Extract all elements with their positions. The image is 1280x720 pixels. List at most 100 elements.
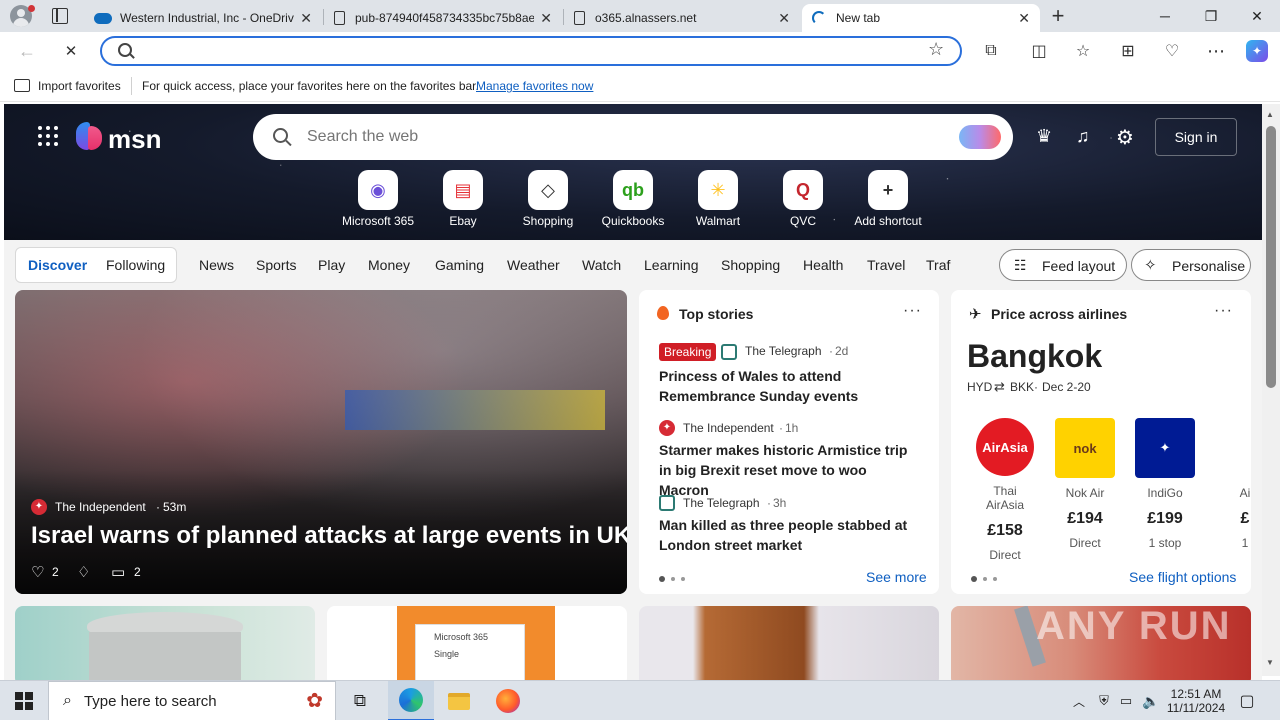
airline-option[interactable]: nok Nok Air £194 Direct bbox=[1053, 418, 1117, 550]
import-favorites-button[interactable]: Import favorites bbox=[38, 79, 121, 93]
shortcut-qvc[interactable]: Q QVC bbox=[758, 170, 848, 228]
more-options-icon[interactable]: ⋯ bbox=[1205, 40, 1227, 62]
sign-in-button[interactable]: Sign in bbox=[1155, 118, 1237, 156]
settings-gear-icon[interactable]: ⚙ bbox=[1116, 125, 1138, 149]
stop-loading-icon[interactable]: ✕ bbox=[60, 40, 82, 62]
browser-essentials-icon[interactable]: ♡ bbox=[1161, 40, 1183, 62]
airline-option[interactable]: AirAsia Thai AirAsia £158 Direct bbox=[973, 418, 1037, 562]
msn-logo-text[interactable]: msn bbox=[108, 124, 161, 155]
shopping-tag-icon: ◇ bbox=[528, 170, 568, 210]
volume-icon[interactable]: 🔈 bbox=[1140, 681, 1162, 720]
close-tab-icon[interactable]: ✕ bbox=[540, 10, 552, 27]
dislike-icon[interactable]: ♢ bbox=[77, 563, 90, 581]
firefox-icon[interactable] bbox=[486, 681, 530, 720]
nav-watch[interactable]: Watch bbox=[582, 257, 621, 273]
nav-gaming[interactable]: Gaming bbox=[435, 257, 484, 273]
clock[interactable]: 12:51 AM 11/11/2024 bbox=[1164, 681, 1228, 720]
tab-discover[interactable]: Discover bbox=[28, 257, 87, 273]
independent-logo-icon: ✦ bbox=[659, 420, 675, 436]
nav-traf[interactable]: Traf bbox=[926, 257, 950, 273]
taskbar-search-box[interactable]: ⌕ Type here to search ✿ bbox=[48, 681, 336, 720]
feed-layout-button[interactable]: ☷ Feed layout bbox=[999, 249, 1127, 281]
favorite-star-icon[interactable]: ☆ bbox=[928, 39, 944, 60]
network-icon[interactable]: ▭ bbox=[1116, 681, 1136, 720]
shortcut-add-shortcut[interactable]: + Add shortcut bbox=[843, 170, 933, 228]
address-bar[interactable]: ☆ bbox=[100, 36, 962, 66]
tab-pub[interactable]: pub-874940f458734335bc75b8aef ✕ bbox=[324, 4, 562, 32]
close-tab-icon[interactable]: ✕ bbox=[778, 10, 790, 27]
tab-o365[interactable]: o365.alnassers.net ✕ bbox=[564, 4, 800, 32]
scrollbar-thumb[interactable] bbox=[1266, 126, 1276, 388]
scroll-down-arrow-icon[interactable]: ▼ bbox=[1266, 658, 1274, 667]
extensions-icon[interactable]: ⧉ bbox=[980, 40, 1002, 62]
tab-following[interactable]: Following bbox=[106, 257, 165, 273]
nav-play[interactable]: Play bbox=[318, 257, 345, 273]
nav-sports[interactable]: Sports bbox=[256, 257, 296, 273]
news-card-lower-1[interactable] bbox=[15, 606, 315, 680]
see-more-link[interactable]: See more bbox=[866, 569, 927, 585]
tab-onedrive[interactable]: Western Industrial, Inc - OneDrive ✕ bbox=[84, 4, 322, 32]
web-search-input[interactable] bbox=[307, 127, 907, 147]
news-card-lower-3[interactable] bbox=[639, 606, 939, 680]
nav-learning[interactable]: Learning bbox=[644, 257, 699, 273]
more-options-icon[interactable]: ··· bbox=[903, 302, 922, 320]
manage-favorites-link[interactable]: Manage favorites now bbox=[476, 79, 593, 93]
shortcut-shopping[interactable]: ◇ Shopping bbox=[503, 170, 593, 228]
close-tab-icon[interactable]: ✕ bbox=[300, 10, 312, 27]
close-tab-icon[interactable]: ✕ bbox=[1018, 10, 1030, 27]
shortcut-walmart[interactable]: ✳ Walmart bbox=[673, 170, 763, 228]
nav-travel[interactable]: Travel bbox=[867, 257, 905, 273]
apps-grid-icon[interactable] bbox=[38, 126, 58, 146]
like-icon[interactable]: ♡ bbox=[31, 563, 44, 581]
split-screen-icon[interactable]: ◫ bbox=[1028, 40, 1050, 62]
file-explorer-icon[interactable] bbox=[438, 681, 480, 720]
rewards-trophy-icon[interactable]: ♛ bbox=[1036, 126, 1058, 148]
favorites-icon[interactable]: ☆ bbox=[1072, 40, 1094, 62]
carousel-dots[interactable] bbox=[659, 576, 685, 582]
microsoft-365-ad-card[interactable]: Microsoft 365 Single bbox=[327, 606, 627, 680]
scroll-up-arrow-icon[interactable]: ▲ bbox=[1266, 110, 1274, 119]
see-flight-options-link[interactable]: See flight options bbox=[1129, 569, 1236, 585]
copilot-icon[interactable]: ✦ bbox=[1246, 40, 1268, 62]
nav-money[interactable]: Money bbox=[368, 257, 410, 273]
hero-news-card[interactable]: ✦ The Independent · 53m Israel warns of … bbox=[15, 290, 627, 594]
comment-icon[interactable]: ▭ bbox=[111, 563, 125, 581]
notification-center-icon[interactable]: ▢ bbox=[1234, 681, 1260, 720]
story-headline[interactable]: Man killed as three people stabbed at Lo… bbox=[659, 515, 919, 555]
shortcut-microsoft-365[interactable]: ◉ Microsoft 365 bbox=[333, 170, 423, 228]
close-window-button[interactable]: ✕ bbox=[1234, 0, 1280, 32]
story-source: The Telegraph bbox=[683, 496, 760, 510]
airline-option[interactable]: Ai £1 bbox=[1213, 418, 1251, 550]
story-age: 3h bbox=[773, 496, 787, 510]
new-tab-button[interactable]: + bbox=[1046, 2, 1070, 30]
nav-shopping[interactable]: Shopping bbox=[721, 257, 780, 273]
start-button[interactable] bbox=[0, 681, 48, 720]
shortcut-quickbooks[interactable]: qb Quickbooks bbox=[588, 170, 678, 228]
nav-health[interactable]: Health bbox=[803, 257, 843, 273]
shortcut-ebay[interactable]: ▤ Ebay bbox=[418, 170, 508, 228]
task-view-icon[interactable]: ⧉ bbox=[340, 681, 380, 720]
tab-actions-icon[interactable] bbox=[52, 8, 68, 24]
story-headline[interactable]: Princess of Wales to attend Remembrance … bbox=[659, 366, 919, 406]
nav-weather[interactable]: Weather bbox=[507, 257, 560, 273]
security-icon[interactable]: ⛨ bbox=[1094, 681, 1114, 720]
hero-headline[interactable]: Israel warns of planned attacks at large… bbox=[31, 522, 627, 550]
collections-icon[interactable]: ⊞ bbox=[1117, 40, 1139, 62]
back-icon[interactable]: ← bbox=[16, 40, 38, 62]
restore-button[interactable]: ❐ bbox=[1188, 0, 1234, 32]
airline-option[interactable]: ✦ IndiGo £199 1 stop bbox=[1133, 418, 1197, 550]
more-options-icon[interactable]: ··· bbox=[1214, 302, 1233, 320]
story-headline[interactable]: Starmer makes historic Armistice trip in… bbox=[659, 440, 919, 500]
minimize-button[interactable]: ─ bbox=[1142, 0, 1188, 32]
copilot-search-icon[interactable] bbox=[959, 125, 1001, 149]
edge-taskbar-icon[interactable] bbox=[388, 681, 434, 720]
show-hidden-icons-chevron-icon[interactable]: ︿ bbox=[1068, 681, 1090, 720]
address-input[interactable] bbox=[148, 41, 908, 61]
carousel-dots[interactable] bbox=[971, 576, 997, 582]
web-search-box[interactable] bbox=[253, 114, 1013, 160]
personalise-button[interactable]: ✧ Personalise bbox=[1131, 249, 1251, 281]
tab-new-tab[interactable]: New tab ✕ bbox=[802, 4, 1040, 32]
nav-news[interactable]: News bbox=[199, 257, 234, 273]
notifications-bell-icon[interactable]: ♫ bbox=[1076, 126, 1098, 148]
page-scrollbar[interactable]: ▲ ▼ bbox=[1262, 104, 1280, 676]
